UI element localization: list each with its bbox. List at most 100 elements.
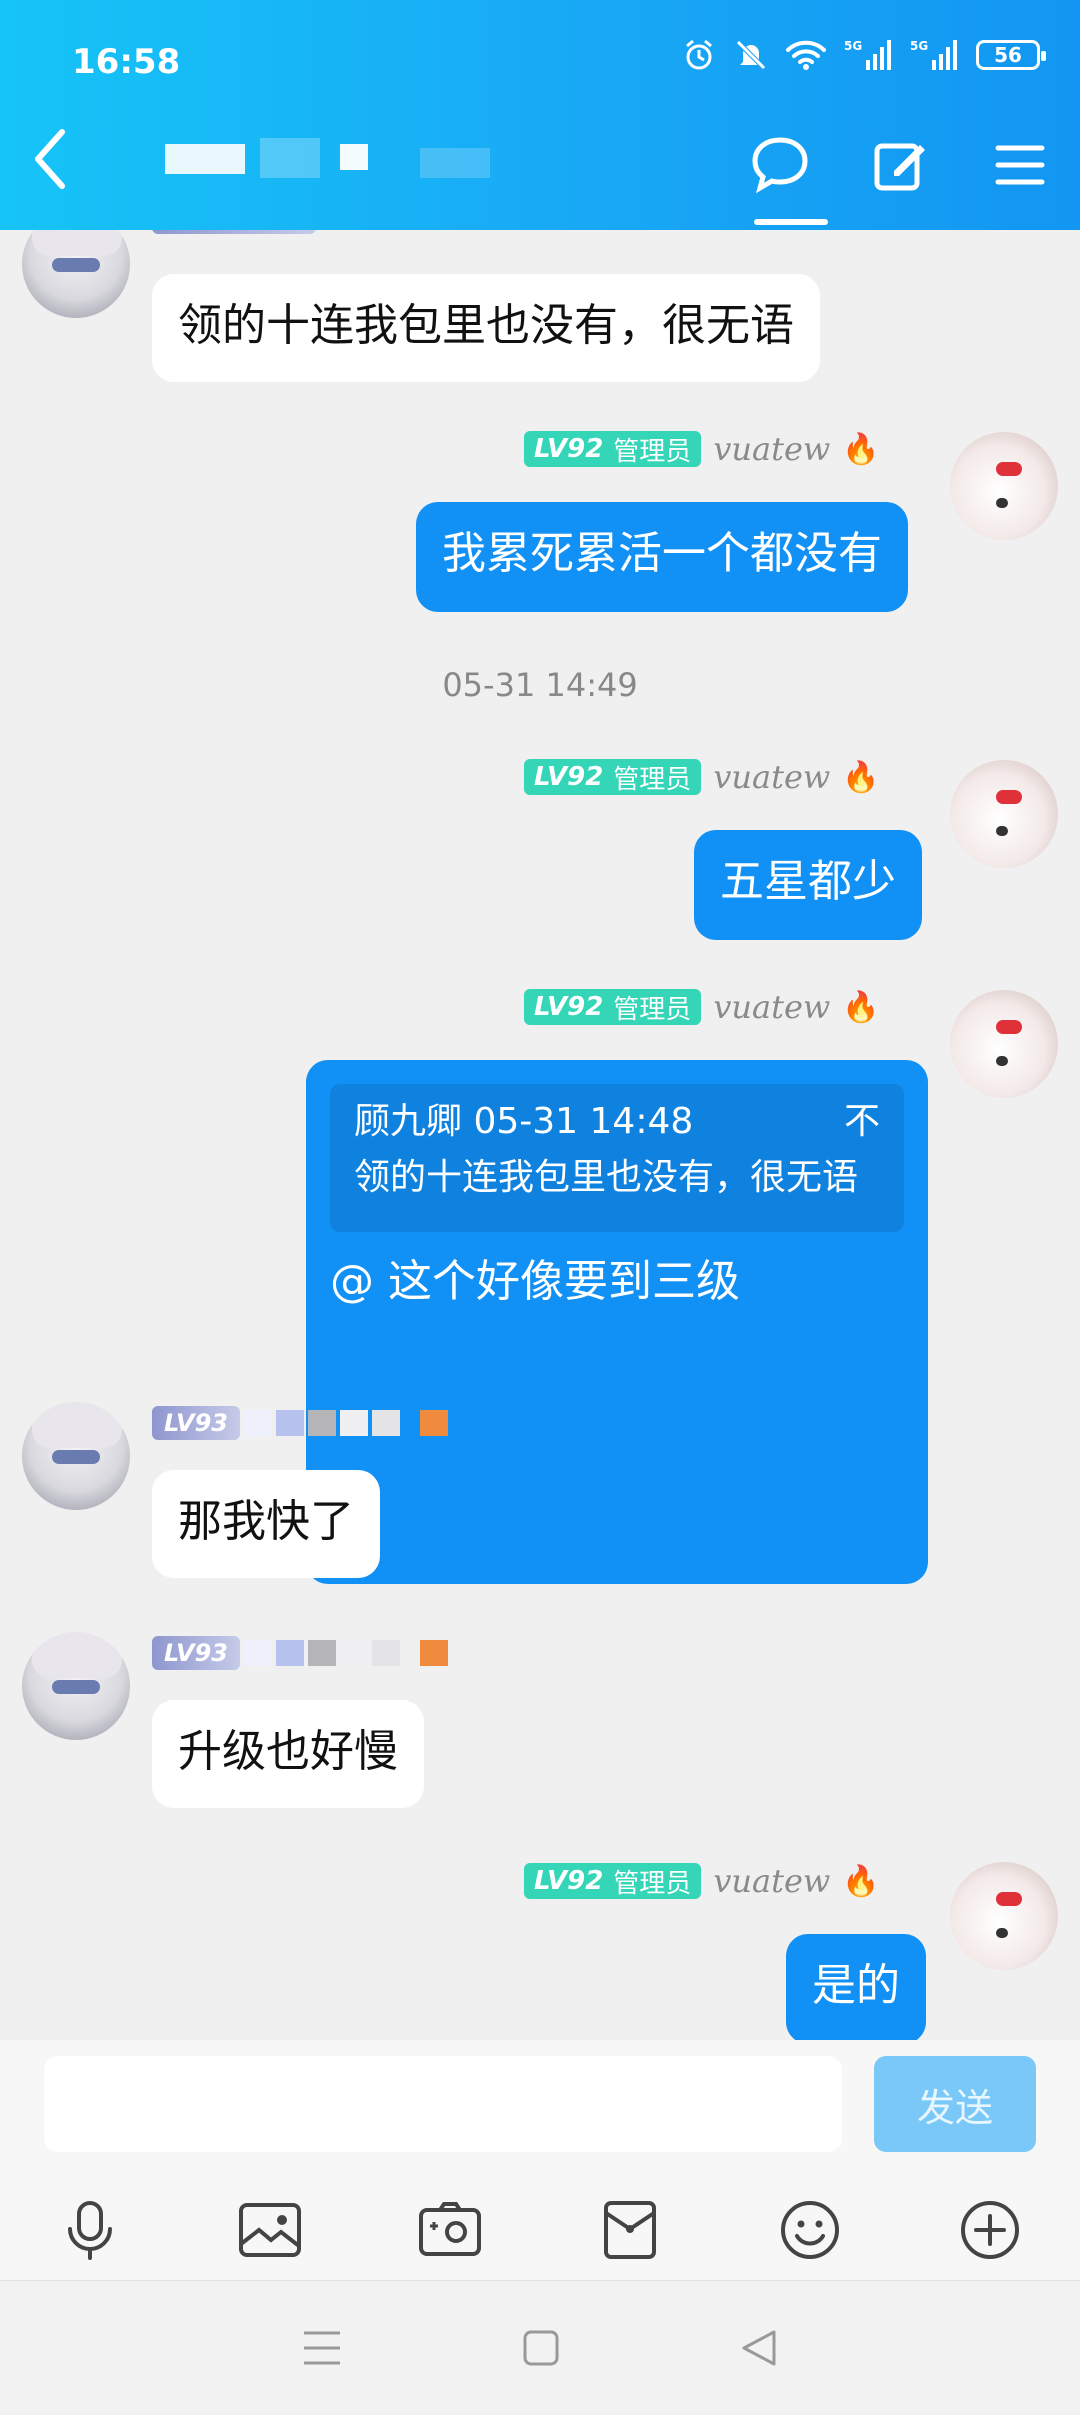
message-text: 我累死累活一个都没有 — [442, 528, 882, 579]
avatar[interactable] — [22, 1632, 130, 1740]
message-bubble[interactable]: 那我快了 — [152, 1470, 380, 1578]
avatar[interactable] — [950, 1862, 1058, 1970]
battery-level: 56 — [994, 43, 1022, 67]
avatar[interactable] — [22, 1402, 130, 1510]
signal-5g-icon-2: 5G — [910, 39, 957, 70]
mic-icon — [68, 2201, 112, 2260]
message-text: 领的十连我包里也没有，很无语 — [178, 300, 794, 351]
image-button[interactable] — [210, 2185, 330, 2275]
input-bar: 发送 — [0, 2040, 1080, 2180]
avatar[interactable] — [950, 760, 1058, 868]
red-packet-button[interactable] — [570, 2185, 690, 2275]
svg-text:5G: 5G — [910, 39, 928, 53]
edit-icon — [874, 143, 925, 191]
name-blur — [339, 1640, 368, 1666]
input-toolbar — [0, 2180, 1080, 2280]
avatar[interactable] — [22, 230, 130, 318]
level-badge: LV93 — [152, 1636, 240, 1670]
name-blur — [243, 1410, 272, 1436]
admin-badge: LV92 管理员 — [524, 431, 702, 467]
name-blur — [371, 1640, 400, 1666]
menu-icon — [995, 145, 1045, 185]
message-text: @ 这个好像要到三级 — [330, 1256, 740, 1307]
message-timestamp: 05-31 14:49 — [442, 666, 638, 704]
sender-info — [152, 230, 316, 234]
signal-5g-icon: 5G — [844, 39, 891, 70]
back-button[interactable] — [30, 126, 70, 192]
message-bubble[interactable]: 是的 — [786, 1934, 926, 2040]
wifi-icon — [786, 40, 826, 70]
home-icon[interactable] — [522, 2329, 560, 2367]
back-nav-icon[interactable] — [740, 2329, 778, 2367]
quote-extra: 不 — [843, 1101, 880, 1142]
sender-info: LV92 管理员 vuatew 🔥 — [524, 758, 880, 796]
flame-icon: 🔥 — [842, 1863, 880, 1899]
quote-author: 顾九卿 — [354, 1101, 463, 1142]
menu-button[interactable] — [960, 120, 1080, 210]
reply-message-bubble[interactable]: 顾九卿 05-31 14:48 不 领的十连我包里也没有，很无语 @ 这个好像要… — [306, 1060, 928, 1584]
recents-icon[interactable] — [302, 2330, 342, 2366]
post-tab[interactable] — [840, 120, 960, 210]
sender-info: LV92 管理员 vuatew 🔥 — [524, 430, 880, 468]
status-icons: 5G 5G 56 — [682, 38, 1046, 72]
admin-badge: LV92 管理员 — [524, 1863, 702, 1899]
message-bubble[interactable]: 升级也好慢 — [152, 1700, 424, 1808]
sender-info: LV92 管理员 vuatew 🔥 — [524, 1862, 880, 1900]
plus-icon — [961, 2201, 1019, 2259]
voice-button[interactable] — [30, 2185, 150, 2275]
message-bubble[interactable]: 五星都少 — [694, 830, 922, 940]
svg-text:5G: 5G — [844, 39, 862, 53]
sender-info: LV92 管理员 vuatew 🔥 — [524, 988, 880, 1026]
message-text: 升级也好慢 — [178, 1726, 398, 1777]
name-blur — [243, 1640, 272, 1666]
avatar[interactable] — [950, 432, 1058, 540]
battery-icon: 56 — [976, 40, 1046, 70]
quote-header: 顾九卿 05-31 14:48 不 — [354, 1094, 880, 1150]
signature: vuatew — [713, 758, 831, 796]
flame-icon: 🔥 — [842, 431, 880, 467]
name-blur — [275, 1640, 304, 1666]
message-bubble[interactable]: 我累死累活一个都没有 — [416, 502, 908, 612]
sender-info: LV93 — [152, 1406, 448, 1440]
flame-icon: 🔥 — [842, 989, 880, 1025]
tag-icon — [419, 1640, 448, 1666]
group-title — [120, 138, 520, 188]
tag-icon — [419, 1410, 448, 1436]
quote-time: 05-31 14:48 — [473, 1101, 694, 1142]
emoji-button[interactable] — [750, 2185, 870, 2275]
mute-icon — [736, 40, 766, 70]
alarm-icon — [686, 39, 712, 70]
chat-bubble-icon — [752, 137, 808, 194]
send-button[interactable]: 发送 — [874, 2056, 1036, 2152]
name-blur — [371, 1410, 400, 1436]
quote-text: 领的十连我包里也没有，很无语 — [354, 1157, 859, 1198]
message-text: 五星都少 — [720, 856, 896, 907]
flame-icon: 🔥 — [842, 759, 880, 795]
image-icon — [239, 2203, 301, 2257]
header-actions — [720, 120, 1080, 225]
signature: vuatew — [713, 430, 831, 468]
emoji-icon — [781, 2201, 839, 2259]
level-badge: LV93 — [152, 1406, 240, 1440]
name-blur — [339, 1410, 368, 1436]
name-blur — [275, 1410, 304, 1436]
chat-tab[interactable] — [720, 120, 840, 225]
name-blur — [307, 1410, 336, 1436]
sender-info: LV93 — [152, 1636, 448, 1670]
message-bubble[interactable]: 领的十连我包里也没有，很无语 — [152, 274, 820, 382]
status-time: 16:58 — [72, 42, 181, 82]
message-input[interactable] — [44, 2056, 842, 2152]
header-bar: 16:58 5G 5G 56 — [0, 0, 1080, 230]
chat-area[interactable]: 领的十连我包里也没有，很无语 LV92 管理员 vuatew 🔥 我累死累活一个都… — [0, 230, 1080, 2040]
system-nav-bar — [0, 2280, 1080, 2415]
admin-badge: LV92 管理员 — [524, 989, 702, 1025]
signature: vuatew — [713, 988, 831, 1026]
camera-icon — [419, 2202, 481, 2256]
quoted-message[interactable]: 顾九卿 05-31 14:48 不 领的十连我包里也没有，很无语 — [330, 1084, 904, 1232]
camera-button[interactable] — [390, 2185, 510, 2275]
message-text: 那我快了 — [178, 1496, 354, 1547]
more-button[interactable] — [930, 2185, 1050, 2275]
red-packet-icon — [604, 2201, 656, 2259]
avatar[interactable] — [950, 990, 1058, 1098]
signature: vuatew — [713, 1862, 831, 1900]
